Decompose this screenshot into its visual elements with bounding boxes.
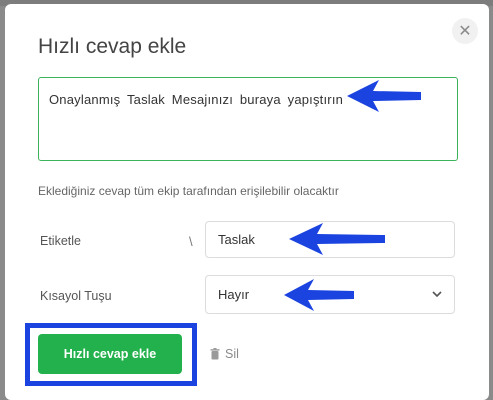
annotation-arrow-tag [289,223,385,255]
annotation-arrow-message [347,80,421,112]
shortcut-select-value: Hayır [218,287,250,302]
delete-button[interactable]: Sil [210,347,239,361]
tag-separator: \ [189,234,193,249]
shortcut-label: Kısayol Tuşu [40,289,112,303]
trash-icon [210,348,220,360]
tag-label: Etiketle [40,234,81,248]
annotation-arrow-shortcut [284,279,354,311]
close-icon: ✕ [458,23,472,40]
modal-title: Hızlı cevap ekle [38,35,187,58]
helper-text: Eklediğiniz cevap tüm ekip tarafından er… [38,184,339,198]
reply-message-text: Onaylanmış Taslak Mesajınızı buraya yapı… [49,92,344,107]
close-button[interactable]: ✕ [452,18,478,44]
tag-input-value: Taslak [218,232,255,247]
delete-label: Sil [225,347,239,361]
chevron-down-icon [432,291,442,298]
add-quick-reply-button[interactable]: Hızlı cevap ekle [38,334,182,374]
